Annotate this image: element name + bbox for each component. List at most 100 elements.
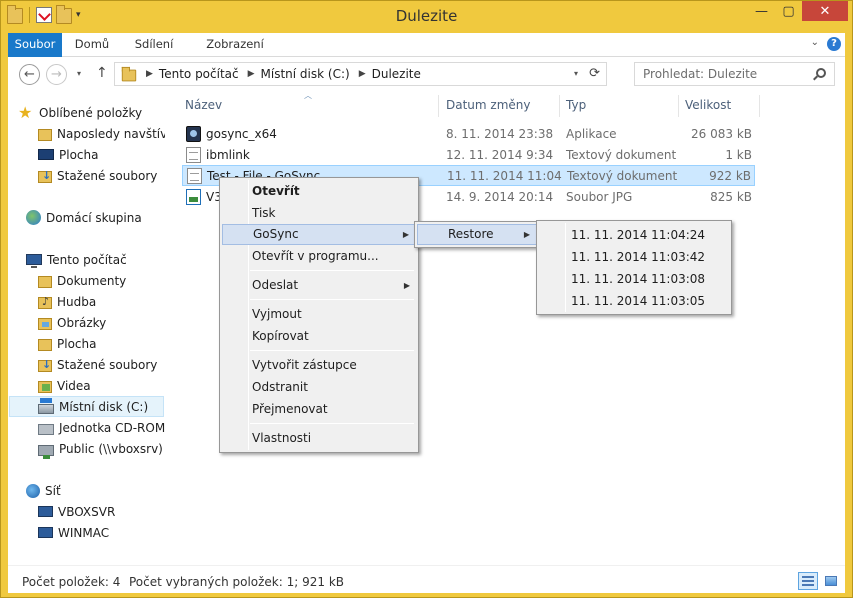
minimize-button[interactable]: —	[748, 1, 775, 21]
file-row[interactable]: gosync_x64 8. 11. 2014 23:38 Aplikace 26…	[182, 124, 755, 145]
menu-item-label: GoSync	[253, 227, 299, 241]
nav-documents[interactable]: Dokumenty	[38, 270, 165, 291]
nav-winmac[interactable]: WINMAC	[38, 522, 165, 543]
network-computer-icon	[38, 527, 53, 538]
nav-downloads[interactable]: Stažené soubory	[38, 165, 165, 186]
file-row[interactable]: ibmlink 12. 11. 2014 9:34 Textový dokume…	[182, 145, 755, 166]
tab-file[interactable]: Soubor	[8, 33, 62, 57]
address-history-chevron-icon[interactable]: ▾	[574, 69, 578, 78]
menu-item-send-to[interactable]: Odeslat ▶	[222, 275, 416, 296]
nav-this-pc[interactable]: Tento počítač	[26, 249, 165, 270]
nav-label: Hudba	[57, 294, 97, 309]
search-input[interactable]: Prohledat: Dulezite	[634, 62, 835, 86]
nav-homegroup[interactable]: Domácí skupina	[26, 207, 165, 228]
star-icon: ★	[18, 102, 33, 122]
explorer-window: ▾ Dulezite — ▢ ✕ Soubor Domů Sdílení Zob…	[0, 0, 853, 598]
menu-item-copy[interactable]: Kopírovat	[222, 326, 416, 347]
nav-cd-rom[interactable]: Jednotka CD-ROM (D:)	[38, 417, 165, 438]
title-bar: ▾ Dulezite — ▢ ✕	[1, 1, 852, 32]
breadcrumb-current-folder[interactable]: Dulezite	[372, 67, 421, 81]
search-icon[interactable]	[816, 68, 826, 78]
menu-item-cut[interactable]: Vyjmout	[222, 304, 416, 325]
nav-downloads-pc[interactable]: Stažené soubory	[38, 354, 165, 375]
column-header-name[interactable]: Název	[185, 98, 222, 114]
menu-item-open-with[interactable]: Otevřít v programu...	[222, 246, 416, 267]
nav-label: Plocha	[59, 147, 99, 162]
recent-locations-chevron-icon[interactable]: ▾	[77, 69, 81, 78]
file-type: Textový dokument	[566, 148, 677, 162]
nav-local-disk[interactable]: Místní disk (C:)	[9, 396, 164, 417]
forward-button[interactable]: →	[46, 64, 67, 85]
nav-music[interactable]: Hudba	[38, 291, 165, 312]
nav-desktop-pc[interactable]: Plocha	[38, 333, 165, 354]
menu-item-rename[interactable]: Přejmenovat	[222, 399, 416, 420]
network-computer-icon	[38, 506, 53, 517]
nav-label: Síť	[45, 483, 61, 498]
nav-label: Oblíbené položky	[39, 105, 143, 120]
restore-version-item[interactable]: 11. 11. 2014 11:04:24	[539, 224, 705, 246]
back-button[interactable]: ←	[19, 64, 40, 85]
menu-item-open[interactable]: Otevřít	[222, 181, 416, 202]
breadcrumb-local-disk[interactable]: Místní disk (C:)	[261, 67, 350, 81]
column-divider[interactable]	[438, 95, 439, 117]
tab-home[interactable]: Domů	[70, 33, 114, 57]
refresh-button[interactable]: ⟳	[589, 66, 600, 81]
expand-ribbon-chevron-icon[interactable]: ⌄	[811, 37, 819, 51]
details-view-button[interactable]	[798, 572, 818, 590]
nav-label: Naposledy navštívené	[57, 126, 165, 141]
network-drive-icon	[38, 445, 54, 459]
nav-label: Místní disk (C:)	[59, 399, 149, 414]
help-icon[interactable]: ?	[827, 37, 841, 51]
menu-item-print[interactable]: Tisk	[222, 203, 416, 224]
nav-label: VBOXSVR	[58, 504, 116, 519]
downloads-icon	[38, 169, 52, 183]
column-header-date[interactable]: Datum změny	[446, 98, 531, 114]
maximize-button[interactable]: ▢	[775, 1, 802, 21]
column-header-type[interactable]: Typ	[566, 98, 586, 114]
nav-desktop[interactable]: Plocha	[38, 144, 165, 165]
nav-favorites[interactable]: ★ Oblíbené položky	[18, 102, 165, 123]
breadcrumb-separator-icon[interactable]: ▶	[248, 69, 255, 79]
menu-separator	[250, 423, 414, 424]
desktop-icon	[38, 149, 54, 160]
file-size: 922 kB	[709, 169, 751, 183]
menu-item-gosync[interactable]: GoSync ▶	[222, 224, 416, 245]
item-count: Počet položek: 4	[22, 575, 121, 589]
videos-folder-icon	[38, 380, 52, 393]
restore-version-item[interactable]: 11. 11. 2014 11:03:42	[539, 246, 705, 268]
breadcrumb-this-pc[interactable]: Tento počítač	[159, 67, 239, 81]
close-button[interactable]: ✕	[802, 1, 848, 21]
breadcrumb-separator-icon[interactable]: ▶	[359, 69, 366, 79]
restore-version-item[interactable]: 11. 11. 2014 11:03:05	[539, 290, 705, 312]
large-icons-view-button[interactable]	[821, 572, 841, 590]
column-header-size[interactable]: Velikost	[685, 98, 731, 114]
up-button[interactable]: ↑	[96, 65, 108, 81]
menu-item-create-shortcut[interactable]: Vytvořit zástupce	[222, 355, 416, 376]
file-size: 1 kB	[725, 148, 752, 162]
menu-item-delete[interactable]: Odstranit	[222, 377, 416, 398]
nav-recent-places[interactable]: Naposledy navštívené	[38, 123, 165, 144]
tab-view[interactable]: Zobrazení	[194, 33, 276, 57]
large-icons-view-icon	[825, 576, 837, 586]
nav-public-share[interactable]: Public (\\vboxsrv) (E:)	[38, 438, 165, 459]
breadcrumb-separator-icon[interactable]: ▶	[146, 69, 153, 79]
navigation-pane: ★ Oblíbené položky Naposledy navštívené …	[8, 93, 165, 565]
column-divider[interactable]	[559, 95, 560, 117]
nav-label: Obrázky	[57, 315, 107, 330]
nav-vboxsvr[interactable]: VBOXSVR	[38, 501, 165, 522]
column-divider[interactable]	[678, 95, 679, 117]
address-bar[interactable]: ▶ Tento počítač ▶ Místní disk (C:) ▶ Dul…	[114, 62, 607, 86]
submenu-arrow-icon: ▶	[402, 230, 409, 239]
tab-share[interactable]: Sdílení	[126, 33, 182, 57]
file-name: ibmlink	[206, 148, 250, 162]
nav-videos[interactable]: Videa	[38, 375, 165, 396]
nav-label: Stažené soubory	[57, 357, 158, 372]
menu-item-restore[interactable]: Restore ▶	[417, 224, 537, 245]
nav-pictures[interactable]: Obrázky	[38, 312, 165, 333]
cd-drive-icon	[38, 424, 54, 435]
nav-network[interactable]: Síť	[26, 480, 165, 501]
column-divider[interactable]	[759, 95, 760, 117]
details-view-icon	[802, 576, 814, 586]
menu-item-properties[interactable]: Vlastnosti	[222, 428, 416, 449]
restore-version-item[interactable]: 11. 11. 2014 11:03:08	[539, 268, 705, 290]
